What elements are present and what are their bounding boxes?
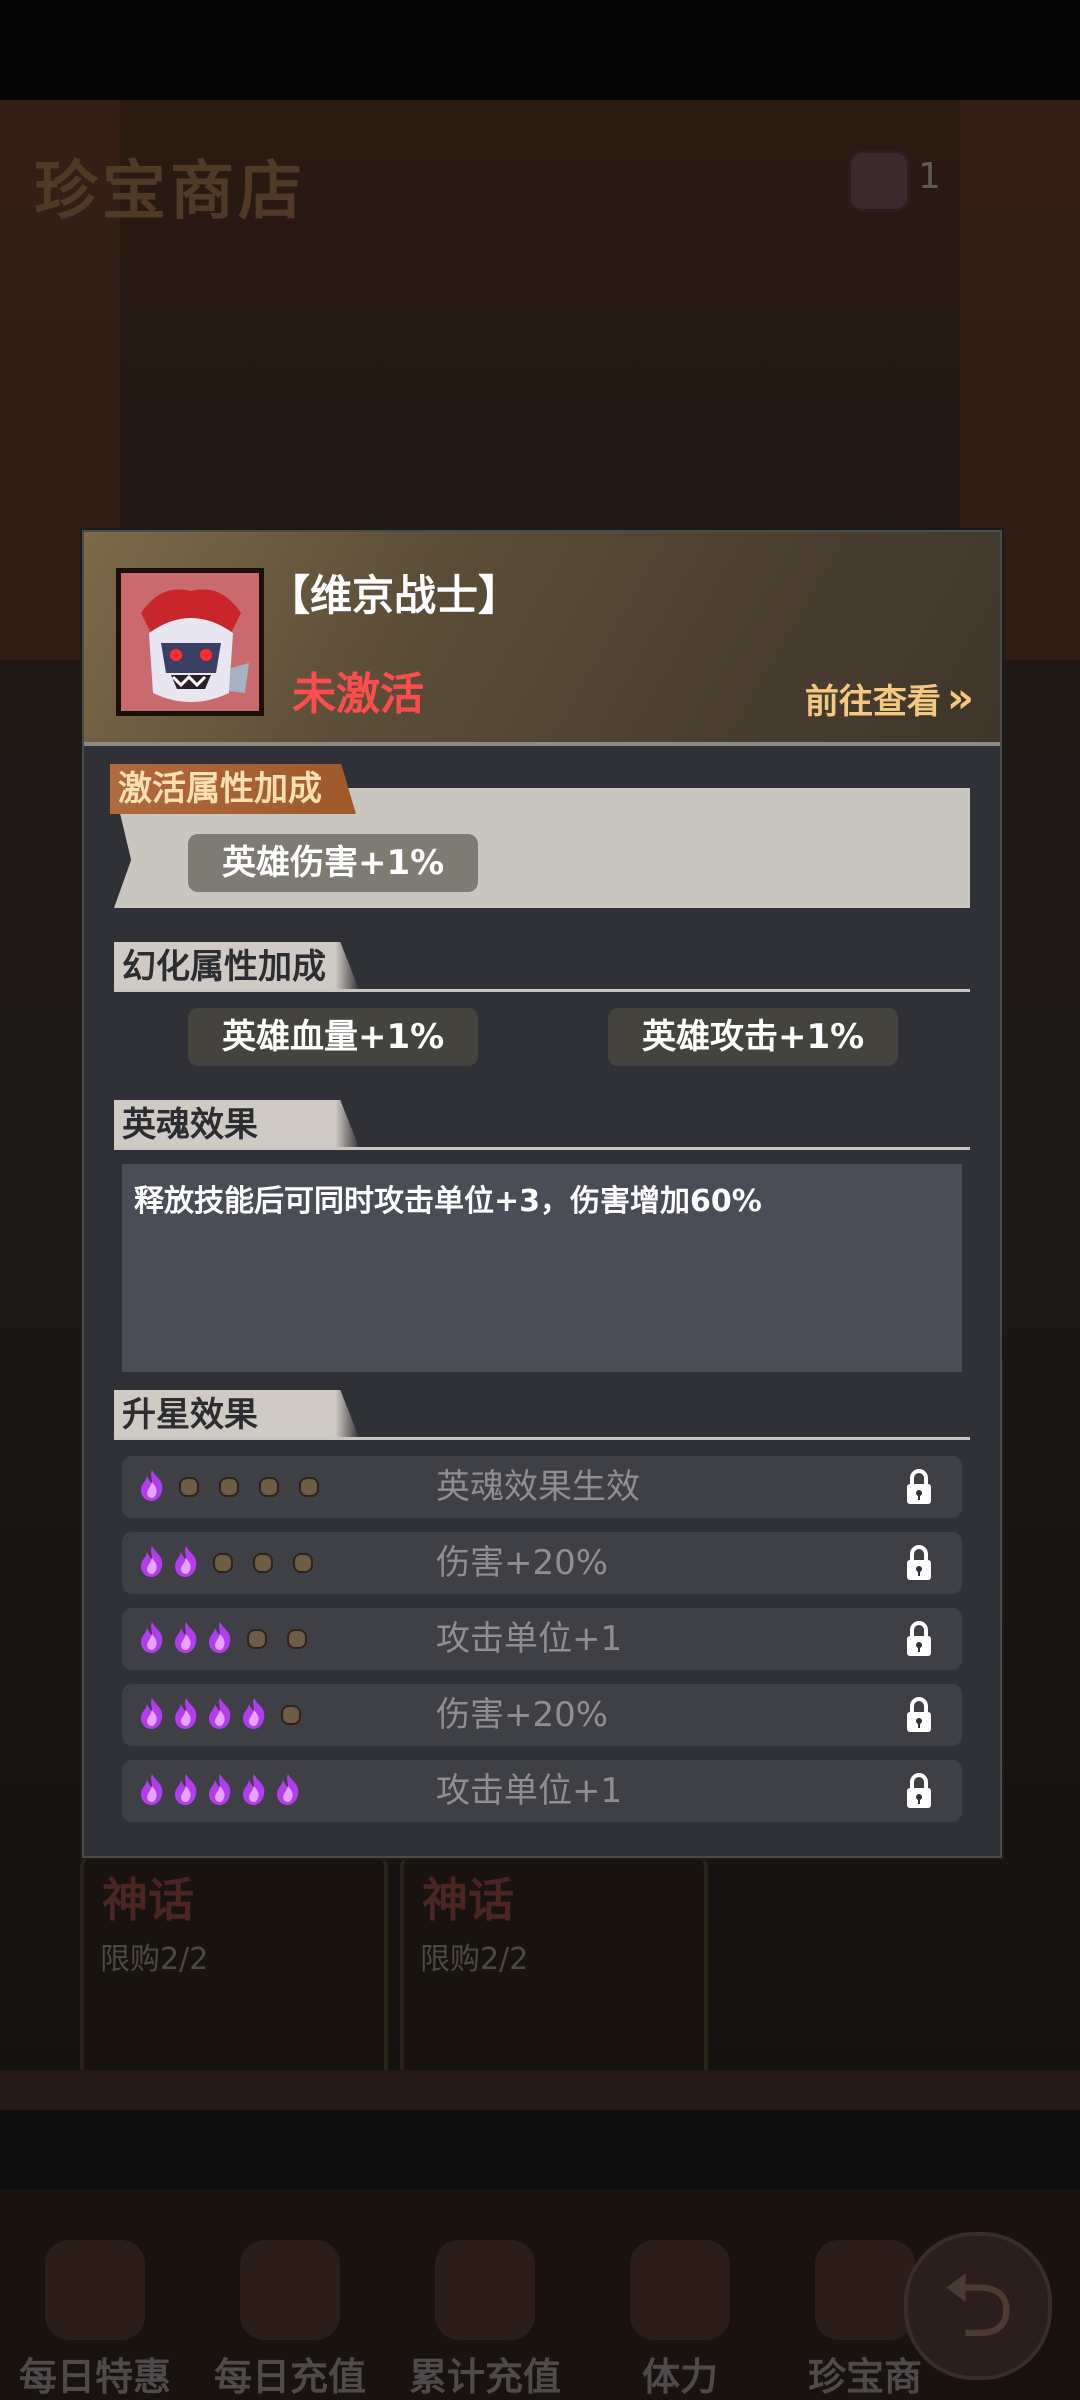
lock-icon — [904, 1620, 934, 1658]
purple-flame-icon — [206, 1772, 234, 1810]
nav-item-daily-recharge[interactable]: 每日充值 — [214, 2240, 366, 2399]
hero-status: 未激活 — [292, 669, 424, 720]
star-level-indicator — [138, 1694, 308, 1736]
purple-flame-icon — [172, 1620, 200, 1658]
shop-title: 珍宝商店 — [34, 154, 306, 229]
nav-item-total-recharge[interactable]: 累计充值 — [409, 2240, 561, 2399]
empty-star-dot-icon — [293, 1553, 313, 1573]
purple-flame-icon — [172, 1772, 200, 1810]
gift-box-icon — [45, 2240, 145, 2340]
card-limit: 限购2/2 — [420, 1942, 529, 1977]
viking-warrior-avatar-icon — [121, 573, 259, 711]
nav-item-daily-deal[interactable]: 每日特惠 — [19, 2240, 171, 2399]
nav-label: 体力 — [641, 2355, 718, 2399]
gem-count: 1 — [918, 156, 941, 197]
hero-name: 【维京战士】 — [268, 571, 521, 620]
star-effect-text: 伤害+20% — [436, 1543, 609, 1583]
section-divider — [114, 989, 970, 992]
star-effect-text: 攻击单位+1 — [436, 1771, 623, 1811]
star-level-indicator — [138, 1466, 326, 1508]
star-effect-row: 攻击单位+1 — [122, 1608, 962, 1670]
purple-flame-icon — [138, 1468, 166, 1506]
shop-card[interactable]: 神话 限购2/2 — [400, 1850, 708, 2098]
dialog-header: 【维京战士】 未激活 前往查看 » — [84, 532, 1000, 746]
activate-bonus-pill: 英雄伤害+1% — [188, 834, 479, 892]
section-divider — [114, 1437, 970, 1440]
empty-star-dot-icon — [213, 1553, 233, 1573]
empty-star-dot-icon — [247, 1629, 267, 1649]
soul-effect-box: 释放技能后可同时攻击单位+3，伤害增加60% — [122, 1164, 962, 1372]
double-chevron-right-icon: » — [946, 673, 974, 722]
empty-star-dot-icon — [219, 1477, 239, 1497]
shop-icon — [815, 2240, 915, 2340]
nav-label: 每日充值 — [213, 2355, 366, 2399]
gem-icon — [848, 150, 910, 212]
card-title: 神话 — [422, 1873, 514, 1927]
section-divider — [114, 1147, 970, 1150]
goto-view-button[interactable]: 前往查看 » — [805, 668, 974, 728]
transform-section-title: 幻化属性加成 — [114, 942, 360, 992]
star-level-indicator — [138, 1618, 314, 1660]
soul-section-title: 英魂效果 — [114, 1100, 360, 1150]
card-limit: 限购2/2 — [100, 1942, 209, 1977]
star-effect-row: 伤害+20% — [122, 1532, 962, 1594]
transform-bonus-pill: 英雄血量+1% — [188, 1008, 479, 1066]
purple-flame-icon — [138, 1544, 166, 1582]
star-effect-text: 攻击单位+1 — [436, 1619, 623, 1659]
back-button[interactable]: ⮌ — [904, 2232, 1052, 2380]
purple-flame-icon — [138, 1620, 166, 1658]
purple-flame-icon — [172, 1544, 200, 1582]
status-bar-area — [0, 0, 1080, 100]
hero-detail-dialog: 【维京战士】 未激活 前往查看 » 激活属性加成 英雄伤害+1% 幻化属性加成 … — [82, 530, 1002, 1858]
purple-flame-icon — [206, 1696, 234, 1734]
empty-star-dot-icon — [281, 1705, 301, 1725]
star-effect-text: 英魂效果生效 — [436, 1467, 640, 1507]
empty-star-dot-icon — [179, 1477, 199, 1497]
nav-label: 每日特惠 — [18, 2355, 171, 2399]
empty-star-dot-icon — [287, 1629, 307, 1649]
purple-flame-icon — [138, 1772, 166, 1810]
purple-flame-icon — [172, 1696, 200, 1734]
treasure-bag-icon — [435, 2240, 535, 2340]
purple-flame-icon — [240, 1772, 268, 1810]
lock-icon — [904, 1696, 934, 1734]
empty-star-dot-icon — [253, 1553, 273, 1573]
star-effect-text: 伤害+20% — [436, 1695, 609, 1735]
shop-card[interactable]: 神话 限购2/2 — [80, 1850, 388, 2098]
star-effect-row: 攻击单位+1 — [122, 1760, 962, 1822]
star-effect-row: 英魂效果生效 — [122, 1456, 962, 1518]
card-title: 神话 — [102, 1873, 194, 1927]
shelf-divider — [0, 2070, 1080, 2110]
nav-label: 累计充值 — [408, 2355, 561, 2399]
lock-icon — [904, 1468, 934, 1506]
goto-label: 前往查看 — [804, 681, 941, 722]
soul-effect-text: 释放技能后可同时攻击单位+3，伤害增加60% — [134, 1184, 762, 1219]
star-level-indicator — [138, 1542, 320, 1584]
star-section-title: 升星效果 — [114, 1390, 360, 1440]
lock-icon — [904, 1544, 934, 1582]
empty-star-dot-icon — [259, 1477, 279, 1497]
activate-section-title: 激活属性加成 — [110, 764, 356, 814]
nav-item-stamina[interactable]: 体力 — [605, 2240, 755, 2399]
purple-flame-icon — [274, 1772, 302, 1810]
purple-flame-icon — [206, 1620, 234, 1658]
star-effect-row: 伤害+20% — [122, 1684, 962, 1746]
transform-bonus-pill: 英雄攻击+1% — [608, 1008, 899, 1066]
hero-portrait — [116, 568, 264, 716]
star-level-indicator — [138, 1770, 302, 1812]
empty-star-dot-icon — [299, 1477, 319, 1497]
money-bag-icon — [240, 2240, 340, 2340]
lock-icon — [904, 1772, 934, 1810]
purple-flame-icon — [138, 1696, 166, 1734]
lightning-icon — [630, 2240, 730, 2340]
purple-flame-icon — [240, 1696, 268, 1734]
